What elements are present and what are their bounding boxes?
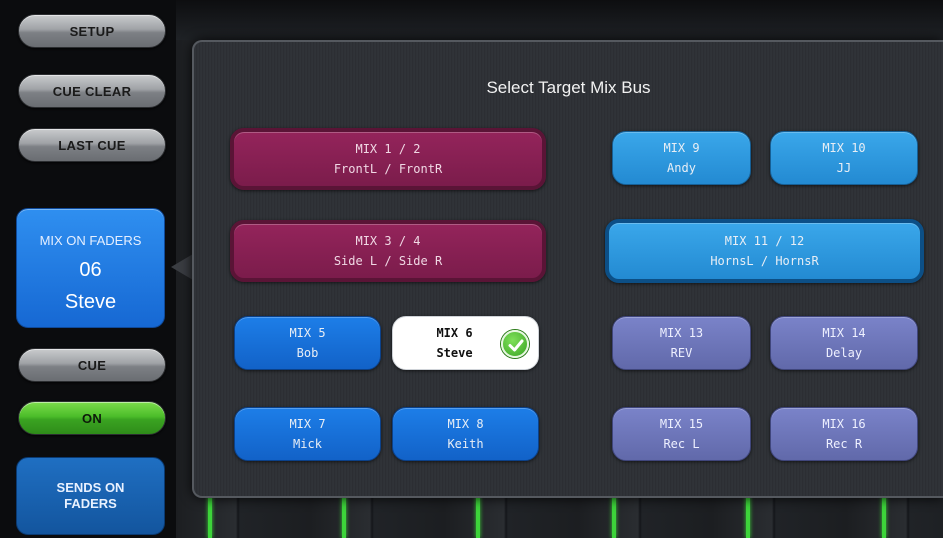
mix-title: MIX 8 — [447, 417, 484, 431]
mix-title: MIX 5 — [289, 326, 326, 340]
sends-on-faders-line2: FADERS — [64, 496, 117, 511]
mix-14-button[interactable]: MIX 14 Delay — [770, 316, 918, 370]
fader-meter — [342, 492, 346, 538]
setup-button[interactable]: SETUP — [18, 14, 166, 48]
mix-name: Keith — [447, 437, 484, 451]
mix-title: MIX 9 — [663, 141, 700, 155]
mix-5-button[interactable]: MIX 5 Bob — [234, 316, 381, 370]
sends-on-faders-line1: SENDS ON — [56, 480, 125, 495]
mix-title: MIX 3 / 4 — [355, 234, 421, 248]
mix-title: MIX 13 — [659, 326, 704, 340]
last-cue-button[interactable]: LAST CUE — [18, 128, 166, 162]
mix-title: MIX 10 — [822, 141, 866, 155]
mix-7-button[interactable]: MIX 7 Mick — [234, 407, 381, 461]
cue-button[interactable]: CUE — [18, 348, 166, 382]
mix-1-2-button[interactable]: MIX 1 / 2 FrontL / FrontR — [230, 128, 546, 190]
mix-on-faders-label: MIX ON FADERS — [39, 233, 142, 248]
cue-clear-button[interactable]: CUE CLEAR — [18, 74, 166, 108]
mix-10-button[interactable]: MIX 10 JJ — [770, 131, 918, 185]
mix-name: Steve — [436, 346, 473, 360]
mix-name: Bob — [296, 346, 319, 360]
mix-title: MIX 15 — [659, 417, 704, 431]
mix-on-faders-number: 06 — [79, 259, 102, 281]
mix-name: Mick — [293, 437, 322, 451]
mix-16-button[interactable]: MIX 16 Rec R — [770, 407, 918, 461]
mix-title: MIX 7 — [289, 417, 326, 431]
mix-9-button[interactable]: MIX 9 Andy — [612, 131, 751, 185]
mix-title: MIX 6 — [436, 326, 473, 340]
mix-13-button[interactable]: MIX 13 REV — [612, 316, 751, 370]
mix-name: HornsL / HornsR — [710, 254, 819, 268]
mix-6-button-selected[interactable]: MIX 6 Steve — [392, 316, 539, 370]
mix-8-button[interactable]: MIX 8 Keith — [392, 407, 539, 461]
mix-name: Side L / Side R — [333, 254, 443, 268]
mix-title: MIX 16 — [822, 417, 866, 431]
strip-header-band — [176, 0, 943, 40]
mix-11-12-button[interactable]: MIX 11 / 12 HornsL / HornsR — [605, 219, 924, 283]
mix-title: MIX 11 / 12 — [724, 234, 805, 248]
check-circle-icon — [501, 330, 529, 358]
mix-name: Rec R — [825, 437, 863, 451]
mix-name: Andy — [667, 161, 696, 175]
select-mix-bus-dialog: Select Target Mix Bus MIX 1 / 2 FrontL /… — [192, 40, 943, 498]
fader-meter — [612, 492, 616, 538]
mix-name: REV — [670, 346, 693, 360]
mix-title: MIX 1 / 2 — [355, 142, 421, 156]
mix-title: MIX 14 — [822, 326, 866, 340]
fader-meter — [882, 492, 886, 538]
sends-on-faders-button[interactable]: SENDS ON FADERS — [16, 457, 165, 535]
mix-name: Delay — [825, 346, 863, 360]
popover-pointer — [171, 254, 193, 280]
fader-meter — [476, 492, 480, 538]
fader-meter — [746, 492, 750, 538]
fader-meter — [208, 492, 212, 538]
dialog-title: Select Target Mix Bus — [486, 78, 651, 97]
mix-name: Rec L — [663, 437, 700, 451]
mix-on-faders-button[interactable]: MIX ON FADERS 06 Steve — [16, 208, 165, 328]
on-button[interactable]: ON — [18, 401, 166, 435]
mix-name: FrontL / FrontR — [333, 162, 443, 176]
mix-on-faders-name: Steve — [64, 291, 117, 313]
mix-name: JJ — [836, 161, 852, 175]
mix-15-button[interactable]: MIX 15 Rec L — [612, 407, 751, 461]
mix-3-4-button[interactable]: MIX 3 / 4 Side L / Side R — [230, 220, 546, 282]
left-control-column: SETUP CUE CLEAR LAST CUE MIX ON FADERS 0… — [0, 0, 176, 538]
